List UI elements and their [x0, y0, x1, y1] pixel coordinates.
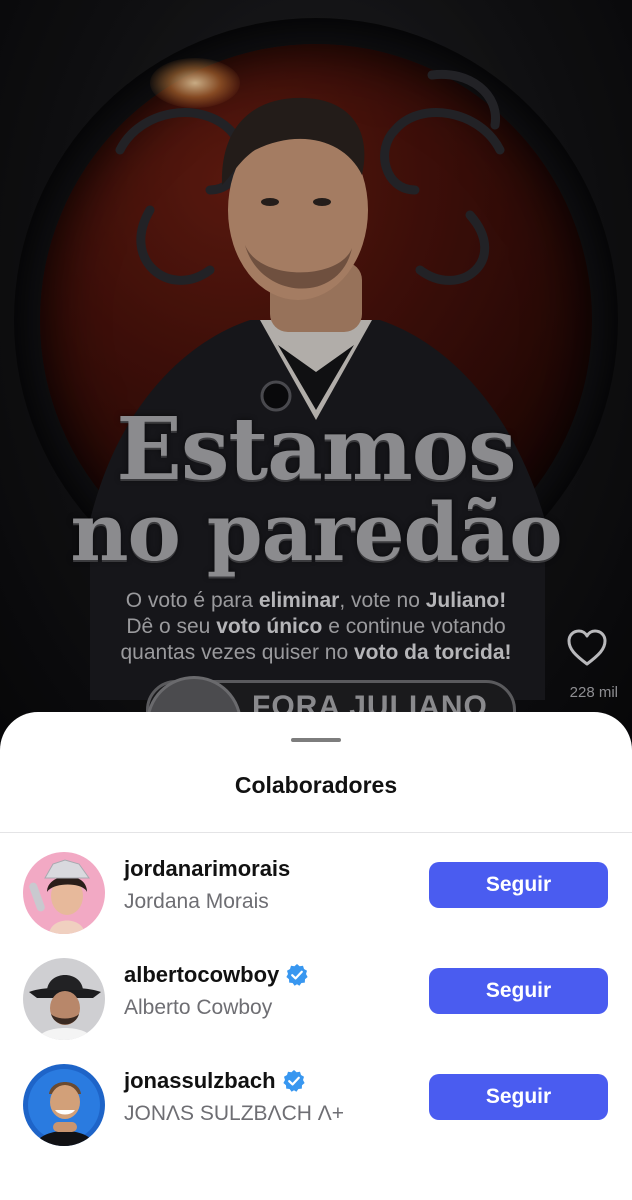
avatar-image — [23, 1064, 105, 1146]
avatar[interactable] — [23, 852, 105, 934]
verified-badge-icon — [282, 1070, 305, 1092]
username: jonassulzbach — [124, 1068, 276, 1093]
collaborator-row: albertocowboy Alberto Cowboy Seguir — [0, 952, 632, 1048]
post-text-span: O voto é para — [125, 589, 259, 612]
follow-button[interactable]: Seguir — [429, 862, 608, 908]
post-text-bold: Juliano! — [425, 589, 507, 612]
collaborators-sheet: Colaboradores jordanarimorais Jordana Mo… — [0, 712, 632, 1200]
post-text-bold: voto da torcida! — [353, 641, 512, 664]
full-name: Alberto Cowboy — [124, 996, 273, 1019]
post-text-span: Dê o seu — [126, 615, 217, 638]
username: jordanarimorais — [124, 856, 291, 881]
full-name: JONΛS SULZBΛCH Λ+ — [124, 1102, 345, 1125]
post-text-bold: voto único — [216, 615, 323, 638]
follow-button[interactable]: Seguir — [429, 968, 608, 1014]
sheet-divider — [0, 832, 632, 833]
like-count: 228 mil — [569, 684, 618, 701]
post-text-line2: Dê o seu voto único e continue votando — [0, 614, 632, 640]
post-text-span: e continue votando — [322, 615, 506, 638]
heart-outline-icon — [567, 629, 607, 666]
post-text-span: quantas vezes quiser no — [120, 641, 354, 664]
avatar-image — [23, 958, 105, 1040]
post-text-line3: quantas vezes quiser no voto da torcida! — [0, 640, 632, 666]
username: albertocowboy — [124, 962, 280, 987]
collaborator-row: jonassulzbach JONΛS SULZBΛCH Λ+ Seguir — [0, 1058, 632, 1154]
verified-badge-icon — [286, 964, 308, 986]
post-headline-line2: no paredão — [70, 485, 562, 579]
collaborator-row: jordanarimorais Jordana Morais Seguir — [0, 846, 632, 942]
avatar-image — [23, 852, 105, 934]
post-headline-line1: Estamos — [116, 399, 516, 500]
post-image[interactable]: Estamos no paredão O voto é para elimina… — [0, 0, 632, 760]
sheet-grabber-handle[interactable] — [291, 738, 341, 742]
post-text-line1: O voto é para eliminar, vote no Juliano! — [0, 588, 632, 614]
username-link[interactable]: jonassulzbach — [124, 1068, 306, 1094]
sheet-title: Colaboradores — [234, 772, 398, 798]
screen: Estamos no paredão O voto é para elimina… — [0, 0, 632, 1200]
avatar[interactable] — [23, 1064, 105, 1146]
username-link[interactable]: albertocowboy — [124, 962, 309, 988]
avatar[interactable] — [23, 958, 105, 1040]
username-link[interactable]: jordanarimorais — [124, 856, 290, 882]
like-button[interactable] — [566, 628, 608, 668]
follow-button[interactable]: Seguir — [429, 1074, 608, 1120]
post-caption-overlay: O voto é para eliminar, vote no Juliano!… — [0, 588, 632, 666]
full-name: Jordana Morais — [124, 890, 269, 913]
post-text-bold: eliminar — [258, 589, 340, 612]
post-text-span: , vote no — [339, 589, 426, 612]
